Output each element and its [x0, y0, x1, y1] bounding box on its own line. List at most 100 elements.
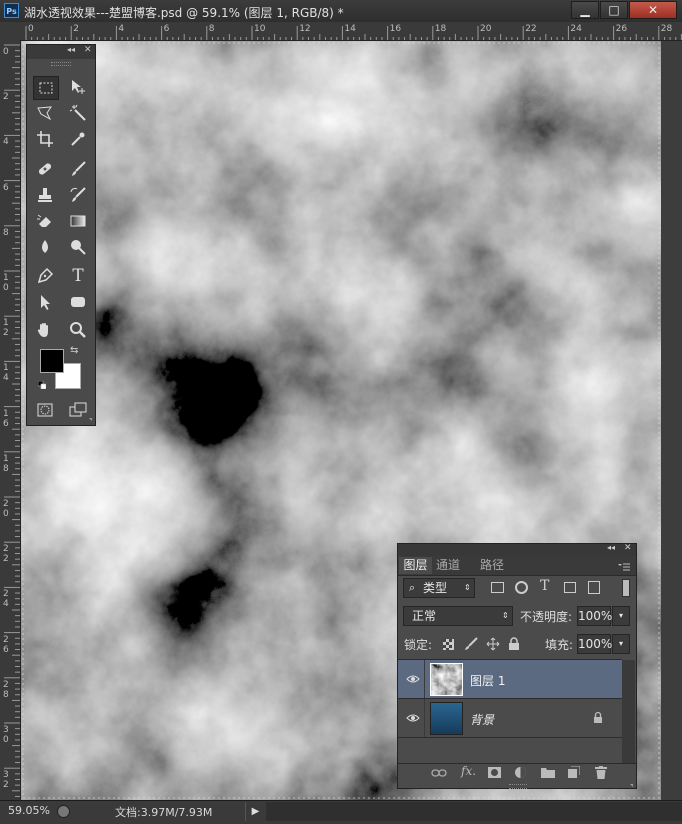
dodge-tool[interactable] — [66, 236, 90, 258]
brush-tool[interactable] — [66, 158, 90, 180]
visibility-eye-icon[interactable] — [406, 672, 420, 686]
close-window-button[interactable]: ✕ — [629, 1, 677, 19]
magic-wand-tool[interactable] — [66, 102, 90, 124]
bandage-icon — [38, 163, 52, 175]
document-info[interactable]: 文档:3.97M/7.93M — [115, 804, 212, 820]
fill-input[interactable]: 100% — [577, 634, 612, 654]
corner-grip-icon — [630, 784, 633, 787]
layer-row[interactable]: 图层 1 — [398, 660, 622, 699]
blend-mode-dropdown[interactable]: 正常 ⇕ — [403, 606, 513, 626]
tab-paths[interactable]: 路径 — [480, 557, 504, 574]
spot-healing-brush-tool[interactable] — [33, 158, 57, 180]
zoom-level[interactable]: 59.05% — [8, 804, 50, 817]
dodge-icon — [71, 240, 86, 255]
ruler-tick-label: 6 — [163, 24, 170, 34]
ruler-tick-label: 2 — [3, 92, 9, 103]
swap-colors-icon[interactable]: ⇆ — [70, 345, 78, 356]
layer-row[interactable]: 背景 — [398, 699, 622, 738]
lock-transparent-pixels-icon[interactable] — [443, 639, 454, 650]
lock-position-icon[interactable] — [486, 637, 500, 651]
layer-name[interactable]: 背景 — [470, 711, 494, 728]
ruler-vertical[interactable]: 0 2 4 6 8 10 12 14 16 18 20 22 24 26 28 30 32 — [0, 40, 21, 800]
blend-mode-value: 正常 — [412, 609, 437, 623]
pasteboard — [661, 41, 682, 800]
eraser-tool[interactable] — [33, 210, 57, 232]
panel-menu-icon[interactable] — [618, 561, 630, 571]
lock-label: 锁定: — [404, 638, 433, 652]
ruler-tick-label: 22 — [525, 24, 537, 34]
link-layers-icon[interactable] — [431, 767, 447, 779]
blur-tool[interactable] — [33, 236, 57, 258]
ruler-tick-label: 12 — [3, 318, 9, 339]
collapse-panel-button[interactable]: ◂◂ — [607, 543, 615, 552]
opacity-slider-toggle[interactable]: ▾ — [612, 606, 630, 626]
path-arrow-icon — [41, 295, 50, 310]
close-panel-button[interactable]: ✕ — [84, 45, 92, 55]
ruler-tick-label: 10 — [3, 273, 9, 293]
gradient-icon — [70, 215, 86, 227]
mask-circle-icon — [491, 769, 498, 776]
clone-stamp-tool[interactable] — [33, 184, 57, 206]
minimize-button[interactable]: ▁ — [571, 1, 599, 19]
add-layer-mask-button[interactable] — [488, 767, 501, 778]
new-layer-button[interactable] — [568, 765, 581, 778]
zoom-tool[interactable] — [66, 319, 90, 341]
history-brush-tool[interactable] — [66, 184, 90, 206]
rectangle-shape-tool[interactable] — [66, 291, 90, 313]
ruler-tick-label: 26 — [615, 24, 628, 34]
collapse-panel-button[interactable]: ◂◂ — [67, 45, 75, 54]
eraser-icon — [37, 214, 51, 227]
filter-toggle-switch[interactable] — [622, 579, 630, 597]
move-tool[interactable] — [66, 76, 90, 98]
screen-mode-button[interactable] — [66, 399, 90, 421]
eyedropper-tool[interactable] — [66, 128, 90, 150]
filter-shape-layers-icon[interactable] — [564, 582, 576, 593]
delete-layer-button[interactable] — [595, 766, 607, 779]
add-layer-style-button[interactable]: fx. — [461, 764, 476, 778]
visibility-eye-icon[interactable] — [406, 711, 420, 725]
pen-tool[interactable] — [33, 265, 57, 287]
ruler-horizontal[interactable]: 0 2 4 6 8 10 12 14 16 18 20 22 24 26 28 — [0, 22, 682, 41]
marquee-icon — [39, 82, 53, 94]
rectangular-marquee-tool[interactable] — [33, 76, 59, 100]
close-panel-button[interactable]: ✕ — [624, 543, 632, 553]
filter-pixel-layers-icon[interactable] — [491, 582, 504, 593]
filter-adjustment-layers-icon[interactable] — [515, 581, 528, 594]
layers-scrollbar[interactable] — [622, 660, 635, 763]
fill-slider-toggle[interactable]: ▾ — [612, 634, 630, 654]
default-colors-icon[interactable] — [37, 379, 47, 390]
gradient-tool[interactable] — [66, 210, 90, 232]
maximize-button[interactable]: □ — [600, 1, 628, 19]
foreground-color-swatch[interactable] — [40, 349, 64, 373]
hand-tool[interactable] — [33, 319, 57, 341]
path-selection-tool[interactable] — [33, 291, 57, 313]
layer-filter-kind-dropdown[interactable]: ⌕ 类型 ⇕ — [403, 578, 475, 598]
title-bar: Ps 湖水透视效果---楚盟博客.psd @ 59.1% (图层 1, RGB/… — [0, 0, 682, 23]
dropdown-arrows-icon: ⇕ — [464, 583, 471, 592]
tab-channels[interactable]: 通道 — [436, 557, 460, 574]
filter-type-layers-icon[interactable]: T — [540, 578, 549, 594]
proof-icon[interactable] — [57, 805, 70, 818]
ruler-tick-label: 28 — [3, 679, 9, 700]
ruler-tick-label: 6 — [3, 182, 9, 193]
type-tool[interactable]: T — [66, 265, 90, 287]
lock-image-pixels-icon[interactable] — [464, 637, 478, 651]
opacity-input[interactable]: 100% — [577, 606, 612, 626]
ruler-tick-label: 18 — [3, 453, 9, 474]
layer-thumbnail — [430, 702, 463, 735]
status-menu-arrow[interactable]: ▶ — [245, 802, 265, 821]
new-adjustment-layer-button[interactable] — [514, 766, 527, 779]
new-group-button[interactable] — [541, 767, 555, 778]
crop-tool[interactable] — [33, 128, 57, 150]
ruler-tick-label: 24 — [570, 24, 582, 34]
layer-name[interactable]: 图层 1 — [470, 672, 505, 689]
filter-kind-label: 类型 — [423, 581, 448, 595]
quick-mask-button[interactable] — [33, 399, 57, 421]
horizontal-scrollbar[interactable] — [266, 802, 682, 821]
lock-all-icon[interactable] — [508, 637, 520, 651]
status-bar: 59.05% 文档:3.97M/7.93M ▶ — [0, 800, 682, 824]
tools-panel: ◂◂ ✕ T ⇆ — [26, 44, 96, 426]
polygonal-lasso-tool[interactable] — [33, 102, 57, 124]
filter-smart-objects-icon[interactable] — [588, 581, 600, 594]
tab-layers[interactable]: 图层 — [399, 557, 432, 574]
